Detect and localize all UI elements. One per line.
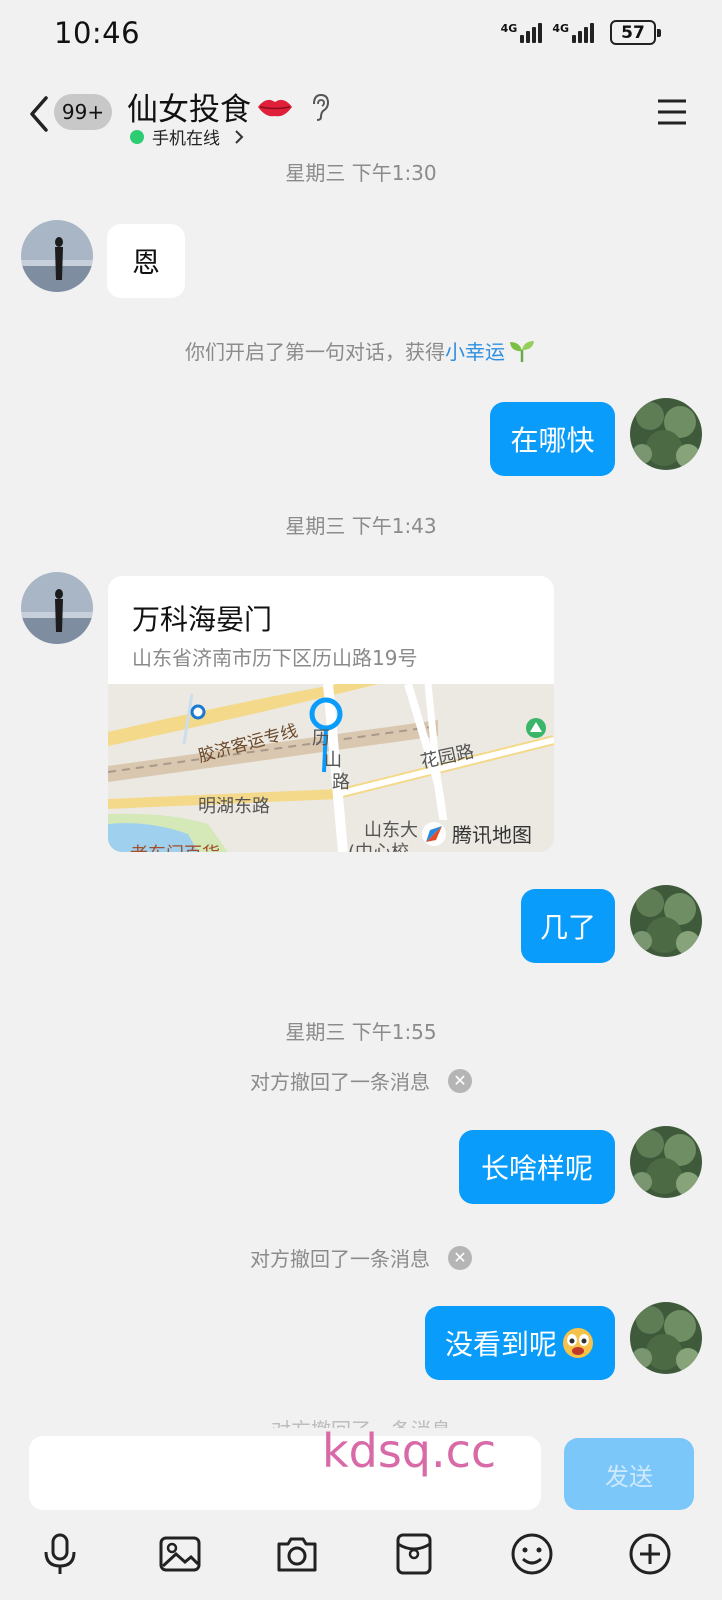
ear-icon[interactable] (309, 92, 331, 122)
send-button[interactable]: 发送 (564, 1438, 694, 1510)
timestamp: 星期三 下午1:30 (285, 161, 437, 185)
location-address: 山东省济南市历下区历山路19号 (132, 646, 418, 670)
emoji-icon (563, 1328, 593, 1358)
emoji-picker-icon[interactable] (508, 1530, 556, 1578)
map-label-road4: 山 (324, 750, 342, 771)
recall-notice: 对方撤回了一条消息 (250, 1247, 430, 1271)
battery-icon: 57 (610, 20, 661, 45)
sprout-icon (510, 340, 534, 362)
network-type-label: 4G (552, 21, 569, 35)
close-icon[interactable]: ✕ (448, 1068, 472, 1093)
my-avatar[interactable] (630, 885, 702, 957)
my-avatar[interactable] (630, 1302, 702, 1374)
message-bubble-incoming[interactable]: 恩 (107, 224, 185, 298)
lips-icon (258, 99, 292, 116)
system-message-text: 你们开启了第一句对话，获得 (185, 340, 445, 364)
map-label-poi3: 老东门百货 (130, 844, 220, 852)
status-indicators: 4G 4G 57 (500, 20, 661, 45)
chevron-right-icon (235, 129, 244, 144)
timestamp: 星期三 下午1:55 (285, 1020, 437, 1044)
microphone-icon[interactable] (36, 1530, 84, 1578)
map-label-road5: 路 (332, 772, 350, 793)
watermark: kdsq.cc (322, 1424, 497, 1478)
contact-title[interactable]: 仙女投食 (127, 84, 331, 129)
online-status-label: 手机在线 (152, 129, 220, 149)
signal-icon: 4G (552, 21, 594, 43)
image-icon[interactable] (156, 1530, 204, 1578)
signal-icon: 4G (500, 21, 543, 43)
system-message: 对方撤回了一条消息 ✕ (0, 1066, 722, 1095)
map-label-road2: 明湖东路 (198, 796, 270, 817)
contact-avatar[interactable] (21, 220, 93, 292)
map-label-poi2: (中心校 (348, 842, 409, 852)
lucky-link[interactable]: 小幸运 (445, 336, 505, 365)
unread-badge[interactable]: 99+ (54, 94, 112, 130)
camera-icon[interactable] (273, 1530, 321, 1578)
online-dot-icon (130, 129, 144, 144)
menu-icon[interactable] (656, 98, 688, 126)
message-bubble-outgoing[interactable]: 没看到呢 (425, 1306, 615, 1380)
message-bubble-outgoing[interactable]: 在哪快 (490, 402, 615, 476)
map-label-road3: 历 (312, 728, 330, 749)
timestamp: 星期三 下午1:43 (285, 514, 437, 538)
location-name: 万科海晏门 (132, 603, 273, 636)
message-text: 没看到呢 (444, 1328, 557, 1361)
plus-icon[interactable] (626, 1530, 674, 1578)
online-status[interactable]: 手机在线 (130, 124, 244, 149)
contact-avatar[interactable] (21, 572, 93, 644)
message-bubble-outgoing[interactable]: 几了 (521, 889, 615, 963)
system-message: 你们开启了第一句对话，获得 小幸运 (0, 336, 722, 365)
location-card[interactable]: 万科海晏门 山东省济南市历下区历山路19号 胶济客运专线 花园路 明湖东路 历 … (108, 576, 554, 852)
recall-notice: 对方撤回了一条消息 (250, 1070, 430, 1094)
my-avatar[interactable] (630, 1126, 702, 1198)
network-type-label: 4G (500, 21, 518, 35)
close-icon[interactable]: ✕ (448, 1245, 472, 1270)
map-brand: 腾讯地图 (452, 823, 532, 847)
system-message: 对方撤回了一条消息 ✕ (0, 1243, 722, 1272)
status-time: 10:46 (54, 16, 141, 50)
red-packet-icon[interactable] (390, 1530, 438, 1578)
map-label-poi: 山东大 (364, 820, 418, 841)
map-preview[interactable]: 胶济客运专线 花园路 明湖东路 历 山 路 山东大 (中心校 老东门百货 腾讯地… (108, 684, 554, 852)
my-avatar[interactable] (630, 398, 702, 470)
back-arrow-icon[interactable] (26, 94, 52, 134)
contact-name: 仙女投食 (127, 92, 251, 128)
message-bubble-outgoing[interactable]: 长啥样呢 (459, 1130, 615, 1204)
